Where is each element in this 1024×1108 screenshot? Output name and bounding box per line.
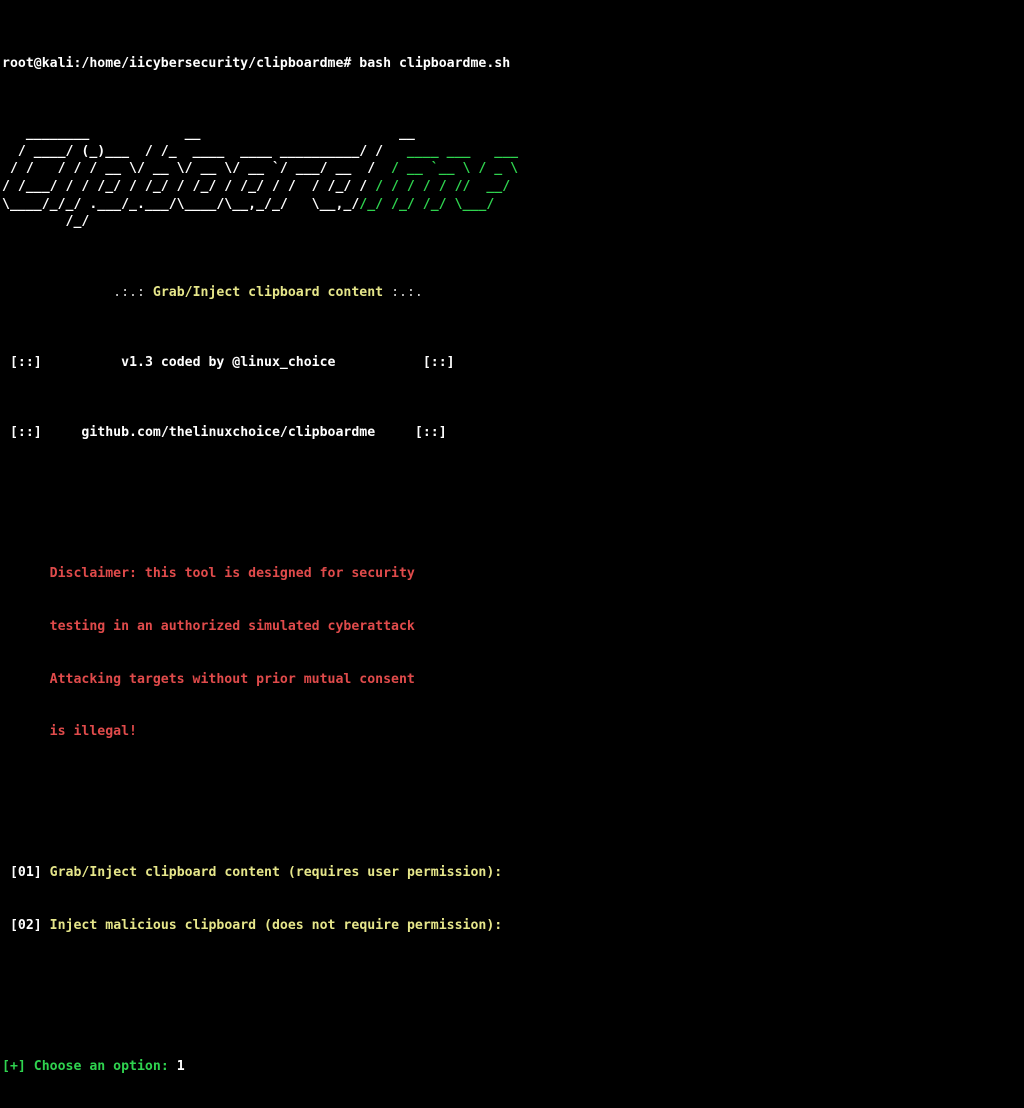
disclaimer-line-3: Attacking targets without prior mutual c…	[0, 671, 1024, 689]
banner-row-3-white: / /___/ / / /_/ / /_/ / /_/ / /_/ / / / …	[2, 178, 368, 194]
bracket-left-github: [::]	[9, 425, 42, 441]
prompt-line-top: root@kali:/home/iicybersecurity/clipboar…	[0, 55, 1024, 73]
menu-option-02[interactable]: [02] Inject malicious clipboard (does no…	[0, 917, 1024, 935]
status-text-1: Choose an option:	[33, 1058, 177, 1074]
version-row: [::] v1.3 coded by @linux_choice [::]	[0, 354, 1024, 372]
tagline-text: Grab/Inject clipboard content	[152, 284, 384, 300]
bracket-left-version: [::]	[9, 354, 42, 370]
terminal-window[interactable]: root@kali:/home/iicybersecurity/clipboar…	[0, 0, 1024, 1074]
menu-option-01-label: Grab/Inject clipboard content (requires …	[49, 865, 503, 881]
tagline-deco-right: :.:.	[391, 284, 423, 300]
banner-row-2-white: / / / / / __ \/ __ \/ __ \/ __ `/ ___/ _…	[2, 161, 376, 177]
menu-option-01[interactable]: [01] Grab/Inject clipboard content (requ…	[0, 864, 1024, 882]
banner-row-3-green: / / / / / // __/	[367, 178, 511, 194]
prompt-path-top: root@kali:/home/iicybersecurity/clipboar…	[2, 55, 352, 71]
prompt-command-top: bash clipboardme.sh	[359, 55, 511, 71]
github-text: github.com/thelinuxchoice/clipboardme	[81, 425, 376, 441]
menu-option-01-number: [01]	[9, 865, 42, 881]
tagline-row: .:.: Grab/Inject clipboard content :.:.	[0, 284, 1024, 302]
disclaimer-line-2: testing in an authorized simulated cyber…	[0, 618, 1024, 636]
banner-row-4-white: \____/_/_/ .___/_.___/\____/\__,_/_/ \__…	[2, 196, 360, 212]
disclaimer-line-4: is illegal!	[0, 723, 1024, 741]
menu-option-02-label: Inject malicious clipboard (does not req…	[49, 917, 503, 933]
banner-row-4-green: /_/ /_/ /_/ \___/	[359, 196, 495, 212]
bracket-right-github: [::]	[414, 425, 447, 441]
disclaimer-text-1: Disclaimer: this tool is designed for se…	[49, 566, 415, 581]
banner-row-1-green: ____ ___ ___	[383, 143, 519, 159]
tagline-deco-left: .:.:	[113, 284, 145, 300]
banner-row-5-white: /_/	[2, 214, 90, 230]
status-marker-1: [+]	[2, 1058, 26, 1074]
chosen-option-value: 1	[176, 1058, 185, 1074]
banner-row-0-white: ________ __ __	[2, 126, 415, 142]
bracket-right-version: [::]	[422, 354, 455, 370]
status-line-choose-option: [+] Choose an option: 1	[0, 1058, 1024, 1076]
banner-row-2-green: / __ `__ \ / _ \	[375, 161, 519, 177]
github-row: [::] github.com/thelinuxchoice/clipboard…	[0, 424, 1024, 442]
disclaimer-text-2: testing in an authorized simulated cyber…	[49, 618, 415, 634]
disclaimer-text-3: Attacking targets without prior mutual c…	[49, 671, 415, 687]
banner-row-1-white: / ____/ (_)___ / /_ ____ ____ __________…	[2, 143, 384, 159]
version-text: v1.3 coded by @linux_choice	[121, 354, 336, 370]
ascii-banner: ________ __ __ / ____/ (_)___ / /_ ____ …	[0, 125, 1024, 231]
disclaimer-line-1: Disclaimer: this tool is designed for se…	[0, 565, 1024, 583]
disclaimer-text-4: is illegal!	[49, 724, 137, 740]
menu-option-02-number: [02]	[9, 917, 42, 933]
